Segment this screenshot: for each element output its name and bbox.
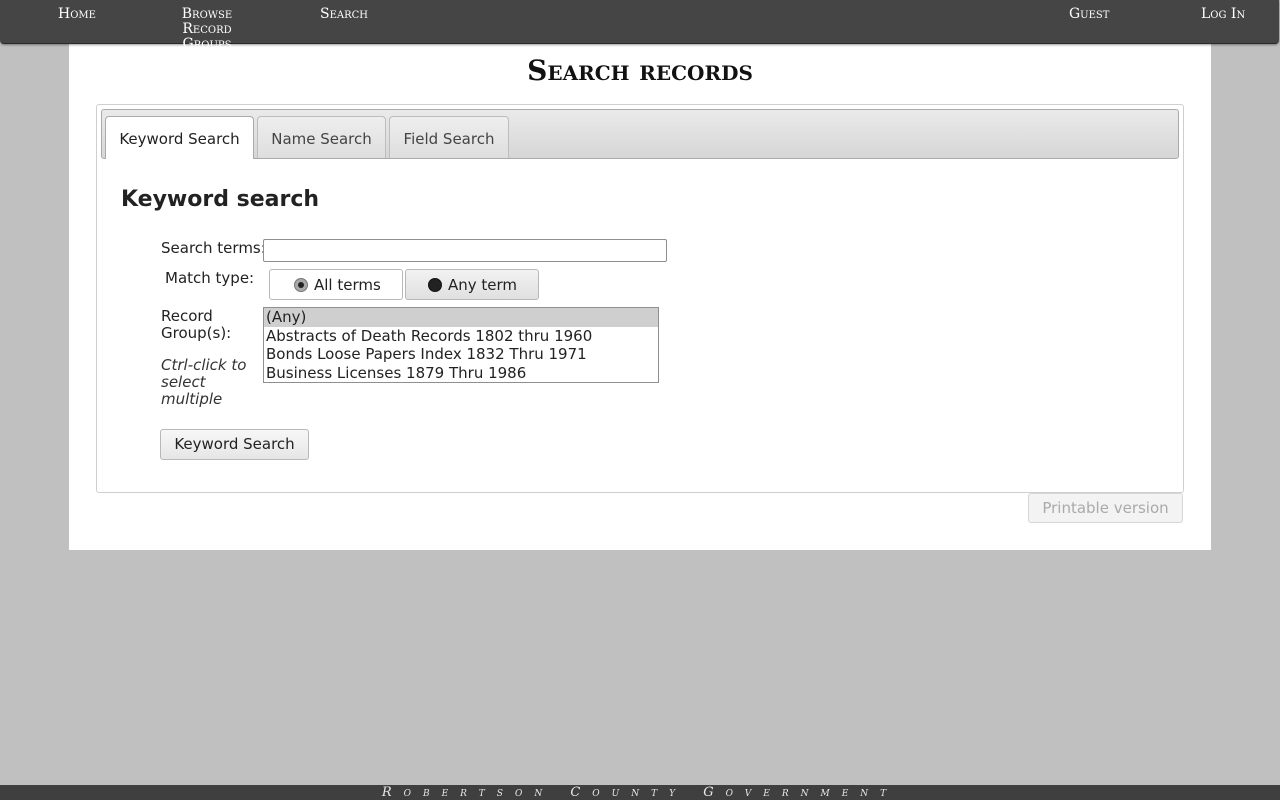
page-title: Search records (527, 54, 753, 87)
top-nav: Home Browse Record Groups Search Guest L… (0, 0, 1279, 52)
nav-login-link[interactable]: Log In (1201, 7, 1245, 22)
section-title: Keyword search (121, 187, 320, 212)
match-type-label: Match type: (165, 269, 255, 287)
nav-home-link[interactable]: Home (58, 7, 96, 22)
record-group-option[interactable]: (Any) (264, 308, 658, 327)
search-tabs-container: Keyword Search Name Search Field Search … (96, 104, 1184, 493)
radio-checked-icon (294, 277, 308, 292)
record-group-option[interactable]: Business Licenses 1879 Thru 1986 (264, 364, 658, 382)
tab-field-search[interactable]: Field Search (389, 116, 509, 158)
tab-bar: Keyword Search Name Search Field Search (101, 109, 1179, 159)
nav-browse-record-groups-link[interactable]: Browse Record Groups (158, 7, 256, 52)
match-all-terms-radio[interactable]: All terms (269, 269, 403, 300)
record-groups-hint: Ctrl-click to select multiple (161, 356, 247, 408)
record-group-option[interactable]: Abstracts of Death Records 1802 thru 196… (264, 327, 658, 346)
search-terms-label: Search terms: (161, 239, 266, 257)
tab-keyword-search[interactable]: Keyword Search (105, 116, 254, 159)
match-any-term-radio[interactable]: Any term (405, 269, 539, 300)
printable-version-button[interactable]: Printable version (1028, 493, 1183, 523)
record-groups-label: Record Group(s): (161, 307, 232, 342)
match-all-terms-label: All terms (314, 275, 381, 294)
record-group-option[interactable]: Bonds Loose Papers Index 1832 Thru 1971 (264, 345, 658, 364)
footer-banner: Robertson County Government (0, 785, 1280, 800)
match-any-term-label: Any term (448, 275, 518, 294)
content-panel: Search records Keyword Search Name Searc… (69, 30, 1211, 550)
tab-name-search[interactable]: Name Search (257, 116, 386, 158)
search-terms-input[interactable] (263, 239, 667, 262)
radio-unchecked-icon (428, 277, 442, 292)
nav-guest-link[interactable]: Guest (1069, 7, 1109, 22)
record-groups-listbox[interactable]: (Any) Abstracts of Death Records 1802 th… (263, 307, 659, 383)
keyword-search-button[interactable]: Keyword Search (160, 429, 309, 460)
nav-search-link[interactable]: Search (320, 7, 368, 22)
